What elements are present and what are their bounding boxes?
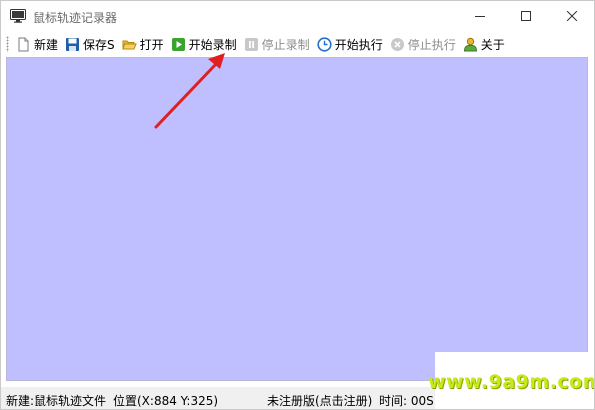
maximize-button[interactable] (503, 1, 548, 31)
open-button[interactable]: 打开 (119, 33, 168, 55)
stop-record-button-label: 停止录制 (261, 37, 310, 52)
recording-canvas[interactable] (6, 57, 588, 381)
close-icon (566, 11, 577, 21)
start-execute-button-label: 开始执行 (334, 37, 383, 52)
toolbar: 新建 保存S 打开 开始录制 停止录制 开始执行 停止执行 关于 (1, 32, 594, 56)
stop-execute-button[interactable]: 停止执行 (387, 33, 460, 55)
register-link[interactable]: 未注册版(点击注册) (267, 392, 372, 409)
status-file: 新建:鼠标轨迹文件 (6, 394, 107, 408)
clock-icon (317, 36, 332, 52)
maximize-icon (520, 11, 531, 21)
about-button-label: 关于 (480, 37, 505, 52)
new-file-icon (18, 37, 29, 51)
toolbar-grip[interactable] (6, 36, 9, 52)
open-folder-icon (121, 40, 137, 49)
window-title: 鼠标轨迹记录器 (33, 11, 118, 25)
user-icon (463, 37, 477, 51)
status-position: 位置(X:884 Y:325) (113, 394, 219, 408)
close-button[interactable] (549, 1, 594, 31)
start-record-button-label: 开始录制 (188, 37, 237, 52)
status-time: 时间: 00S (379, 394, 434, 408)
stop-execute-button-label: 停止执行 (407, 37, 456, 52)
minimize-icon (474, 16, 485, 17)
watermark-text: www.9a9m.com (427, 370, 595, 393)
title-bar[interactable]: 鼠标轨迹记录器 (1, 1, 594, 32)
play-record-icon (171, 37, 185, 51)
start-execute-button[interactable]: 开始执行 (314, 33, 387, 55)
new-button[interactable]: 新建 (13, 33, 62, 55)
save-button-label: 保存S (83, 37, 115, 52)
app-window: 鼠标轨迹记录器 新建 保存S 打开 开始录制 停止录制 开始执行 停止执行 关于… (0, 0, 595, 410)
minimize-button[interactable] (457, 1, 502, 31)
new-button-label: 新建 (34, 37, 59, 52)
watermark: www.9a9m.com (428, 352, 594, 409)
stop-icon (390, 37, 404, 51)
pause-record-icon (244, 37, 258, 51)
stop-record-button[interactable]: 停止录制 (241, 33, 314, 55)
monitor-app-icon (10, 9, 26, 23)
save-icon (66, 37, 80, 51)
about-button[interactable]: 关于 (460, 33, 509, 55)
start-record-button[interactable]: 开始录制 (168, 33, 241, 55)
save-button[interactable]: 保存S (62, 33, 119, 55)
open-button-label: 打开 (139, 37, 164, 52)
